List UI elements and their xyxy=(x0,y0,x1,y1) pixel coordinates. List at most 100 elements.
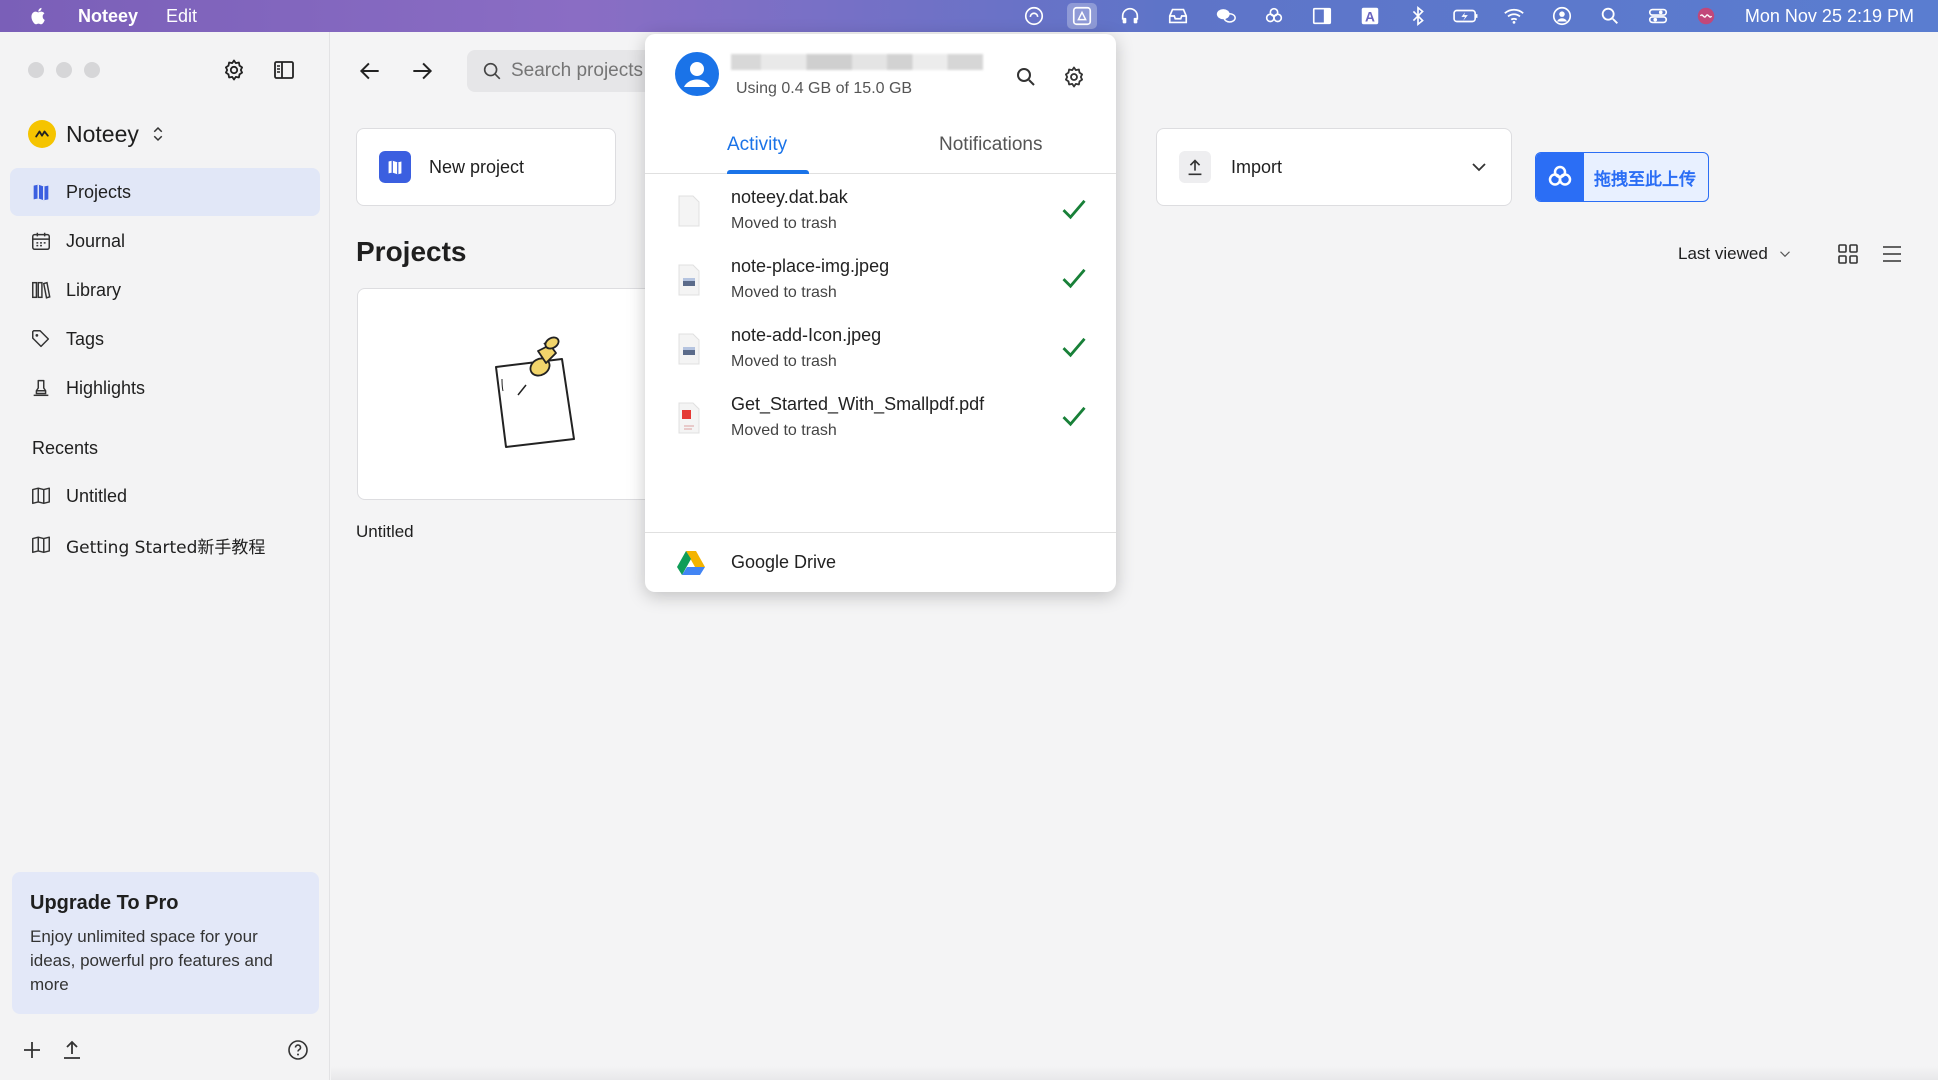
sidebar-footer xyxy=(0,1030,330,1080)
drive-settings-button[interactable] xyxy=(1059,62,1089,92)
activity-status: Moved to trash xyxy=(731,353,837,370)
arrow-left-icon xyxy=(359,62,379,80)
toggle-sidebar-button[interactable] xyxy=(268,54,300,86)
tab-activity[interactable]: Activity xyxy=(727,134,787,156)
activity-list: noteey.dat.bak Moved to trash note-place… xyxy=(645,177,1116,453)
bluetooth-icon[interactable] xyxy=(1403,3,1433,29)
grid-view-button[interactable] xyxy=(1832,238,1864,270)
cloud-sync-icon[interactable] xyxy=(1019,3,1049,29)
menubar-clock[interactable]: Mon Nov 25 2:19 PM xyxy=(1745,6,1914,27)
upload-icon xyxy=(1179,151,1211,183)
project-name[interactable]: Untitled xyxy=(356,522,414,542)
baidu-upload-label: 拖拽至此上传 xyxy=(1594,169,1696,190)
sort-dropdown[interactable]: Last viewed xyxy=(1678,244,1794,264)
sidebar-nav: Projects Journal Library Tags Highlights xyxy=(10,168,320,413)
file-image-icon xyxy=(678,333,700,365)
highlighter-icon xyxy=(33,379,49,397)
drive-tabs: Activity Notifications xyxy=(645,122,1116,174)
chevron-up-down-icon xyxy=(153,126,163,142)
sidebar-icon[interactable] xyxy=(1307,3,1337,29)
chevron-down-icon[interactable] xyxy=(1467,155,1491,179)
wechat-icon[interactable] xyxy=(1211,3,1241,29)
headphones-icon[interactable] xyxy=(1115,3,1145,29)
checkmark-icon xyxy=(1062,199,1086,220)
book-icon xyxy=(32,536,50,554)
inbox-icon[interactable] xyxy=(1163,3,1193,29)
tab-notifications[interactable]: Notifications xyxy=(939,134,1043,156)
apple-icon[interactable] xyxy=(28,5,50,27)
file-generic-icon xyxy=(678,195,700,227)
google-drive-logo-icon xyxy=(677,550,705,575)
checkmark-icon xyxy=(1062,406,1086,427)
projects-icon xyxy=(33,184,49,201)
new-project-label: New project xyxy=(429,156,525,177)
svg-text:A: A xyxy=(1365,10,1375,25)
new-project-button[interactable]: New project xyxy=(356,128,616,206)
project-card[interactable] xyxy=(357,288,657,500)
add-button[interactable] xyxy=(16,1034,48,1066)
workspace-switcher[interactable]: Noteey xyxy=(28,120,167,148)
recent-item-label: Untitled xyxy=(66,485,128,506)
minimize-window-button[interactable] xyxy=(56,62,72,78)
workspace-name: Noteey xyxy=(66,120,139,147)
menu-edit[interactable]: Edit xyxy=(166,6,197,27)
sort-label: Last viewed xyxy=(1678,244,1768,263)
help-icon xyxy=(288,1040,308,1060)
chevron-down-icon xyxy=(1779,251,1790,258)
gear-icon xyxy=(225,59,243,81)
drive-footer-link[interactable]: Google Drive xyxy=(645,532,1116,592)
control-center-icon[interactable] xyxy=(1643,3,1673,29)
forward-button[interactable] xyxy=(404,53,440,89)
battery-icon[interactable] xyxy=(1451,3,1481,29)
import-button[interactable]: Import xyxy=(1156,128,1512,206)
wifi-icon[interactable] xyxy=(1499,3,1529,29)
sidebar-item-journal[interactable]: Journal xyxy=(10,217,320,265)
upgrade-pro-card[interactable]: Upgrade To Pro Enjoy unlimited space for… xyxy=(12,872,319,1014)
activity-filename: Get_Started_With_Smallpdf.pdf xyxy=(731,394,985,414)
menu-app-name[interactable]: Noteey xyxy=(78,6,138,27)
recent-item-getting-started[interactable]: Getting Started新手教程 xyxy=(10,521,320,569)
sidebar-item-library[interactable]: Library xyxy=(10,266,320,314)
sidebar-item-tags[interactable]: Tags xyxy=(10,315,320,363)
activity-item[interactable]: note-place-img.jpeg Moved to trash xyxy=(645,246,1116,315)
activity-filename: note-place-img.jpeg xyxy=(731,256,890,276)
activity-item[interactable]: noteey.dat.bak Moved to trash xyxy=(645,177,1116,246)
upload-button[interactable] xyxy=(56,1034,88,1066)
drive-search-button[interactable] xyxy=(1011,62,1041,92)
back-button[interactable] xyxy=(352,53,388,89)
sidebar: Noteey Projects Journal Library Tags Hig… xyxy=(0,32,330,1080)
baidu-upload-dropzone[interactable]: 拖拽至此上传 xyxy=(1535,152,1709,202)
noteey-logo-icon xyxy=(28,120,56,148)
search-bar[interactable] xyxy=(467,50,667,92)
activity-status: Moved to trash xyxy=(731,422,837,439)
page-title: Projects xyxy=(356,236,467,267)
account-avatar-icon[interactable] xyxy=(675,52,719,96)
zoom-window-button[interactable] xyxy=(84,62,100,78)
input-method-icon[interactable]: A xyxy=(1355,3,1385,29)
book-icon xyxy=(32,487,50,505)
activity-filename: note-add-Icon.jpeg xyxy=(731,325,882,345)
close-window-button[interactable] xyxy=(28,62,44,78)
sidebar-item-label: Tags xyxy=(66,328,105,349)
activity-item[interactable]: note-add-Icon.jpeg Moved to trash xyxy=(645,315,1116,384)
recent-item-label: Getting Started新手教程 xyxy=(66,537,266,558)
recent-item-untitled[interactable]: Untitled xyxy=(10,472,320,520)
new-project-icon xyxy=(379,151,411,183)
sidebar-item-highlights[interactable]: Highlights xyxy=(10,364,320,412)
google-drive-icon[interactable] xyxy=(1066,3,1097,29)
spotlight-icon[interactable] xyxy=(1595,3,1625,29)
file-image-icon xyxy=(678,264,700,296)
sidebar-item-projects[interactable]: Projects xyxy=(10,168,320,216)
user-icon[interactable] xyxy=(1547,3,1577,29)
help-button[interactable] xyxy=(282,1034,314,1066)
settings-button[interactable] xyxy=(218,54,250,86)
activity-item[interactable]: Get_Started_With_Smallpdf.pdf Moved to t… xyxy=(645,384,1116,453)
list-view-button[interactable] xyxy=(1876,238,1908,270)
search-input[interactable] xyxy=(511,60,661,82)
activity-filename: noteey.dat.bak xyxy=(731,187,848,207)
arrow-right-icon xyxy=(413,62,433,80)
sidebar-item-label: Projects xyxy=(66,181,132,202)
siri-icon[interactable] xyxy=(1691,3,1721,29)
baidu-netdisk-icon[interactable] xyxy=(1259,3,1289,29)
library-icon xyxy=(32,281,51,299)
